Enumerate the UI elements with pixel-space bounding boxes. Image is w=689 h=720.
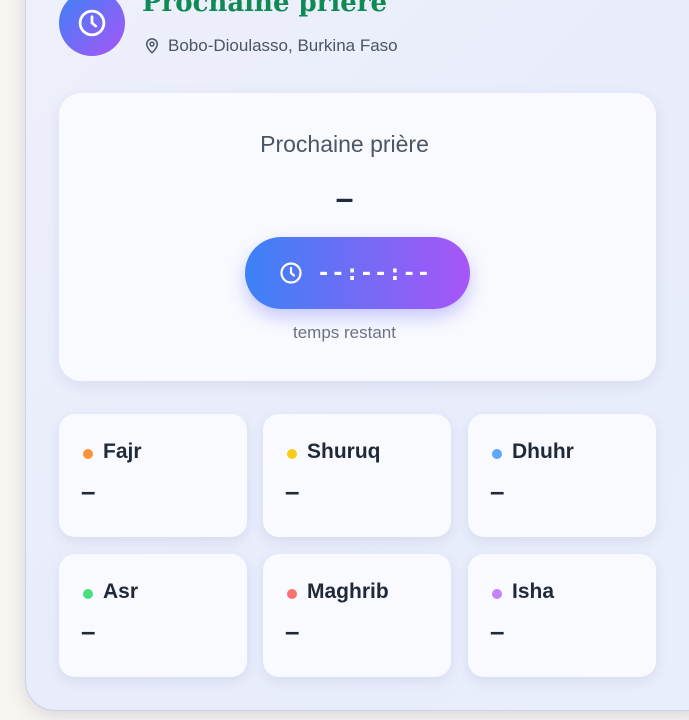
prayer-name: Fajr [103,440,142,463]
prayer-time: – [285,616,300,646]
prayer-time: – [81,476,96,506]
map-pin-icon [143,37,161,55]
status-dot [83,449,93,459]
status-dot [492,589,502,599]
prayer-card-isha: Isha – [468,554,656,677]
page-title: Prochaine prière [142,0,388,18]
next-prayer-name: – [335,180,354,216]
location-text: Bobo-Dioulasso, Burkina Faso [168,36,398,55]
prayer-time: – [81,616,96,646]
prayer-name: Maghrib [307,580,389,603]
prayer-time: – [490,476,505,506]
status-dot [287,589,297,599]
next-prayer-label: Prochaine prière [260,131,429,157]
prayer-time: – [490,616,505,646]
countdown-pill: --:--:-- [245,237,470,309]
status-dot [492,449,502,459]
prayer-name: Dhuhr [512,440,574,463]
location-line: Bobo-Dioulasso, Burkina Faso [143,36,398,56]
countdown-timer: --:--:-- [317,260,431,286]
prayer-card-fajr: Fajr – [59,414,247,537]
prayer-name: Asr [103,580,139,603]
status-dot [287,449,297,459]
time-remaining-label: temps restant [293,323,396,342]
prayer-card-maghrib: Maghrib – [263,554,451,677]
prayer-time: – [285,476,300,506]
clock-icon [279,261,303,285]
prayer-name: Isha [512,580,555,603]
prayer-card-dhuhr: Dhuhr – [468,414,656,537]
prayer-card-shuruq: Shuruq – [263,414,451,537]
prayer-name: Shuruq [307,440,381,463]
status-dot [83,589,93,599]
prayer-card-asr: Asr – [59,554,247,677]
